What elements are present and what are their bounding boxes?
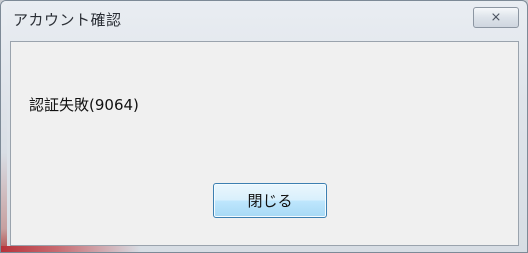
window-close-button[interactable]: ⨯: [473, 7, 519, 28]
window-bottom-accent: [1, 246, 141, 252]
close-icon: ⨯: [490, 10, 502, 25]
close-dialog-button-label: 閉じる: [247, 192, 293, 210]
close-dialog-button[interactable]: 閉じる: [213, 183, 327, 218]
window-title: アカウント確認: [13, 11, 122, 29]
error-message: 認証失敗(9064): [29, 96, 139, 114]
dialog-window: アカウント確認 ⨯ 認証失敗(9064) 閉じる: [0, 0, 528, 253]
dialog-body: 認証失敗(9064) 閉じる: [10, 41, 519, 246]
title-bar[interactable]: アカウント確認 ⨯: [1, 1, 527, 41]
